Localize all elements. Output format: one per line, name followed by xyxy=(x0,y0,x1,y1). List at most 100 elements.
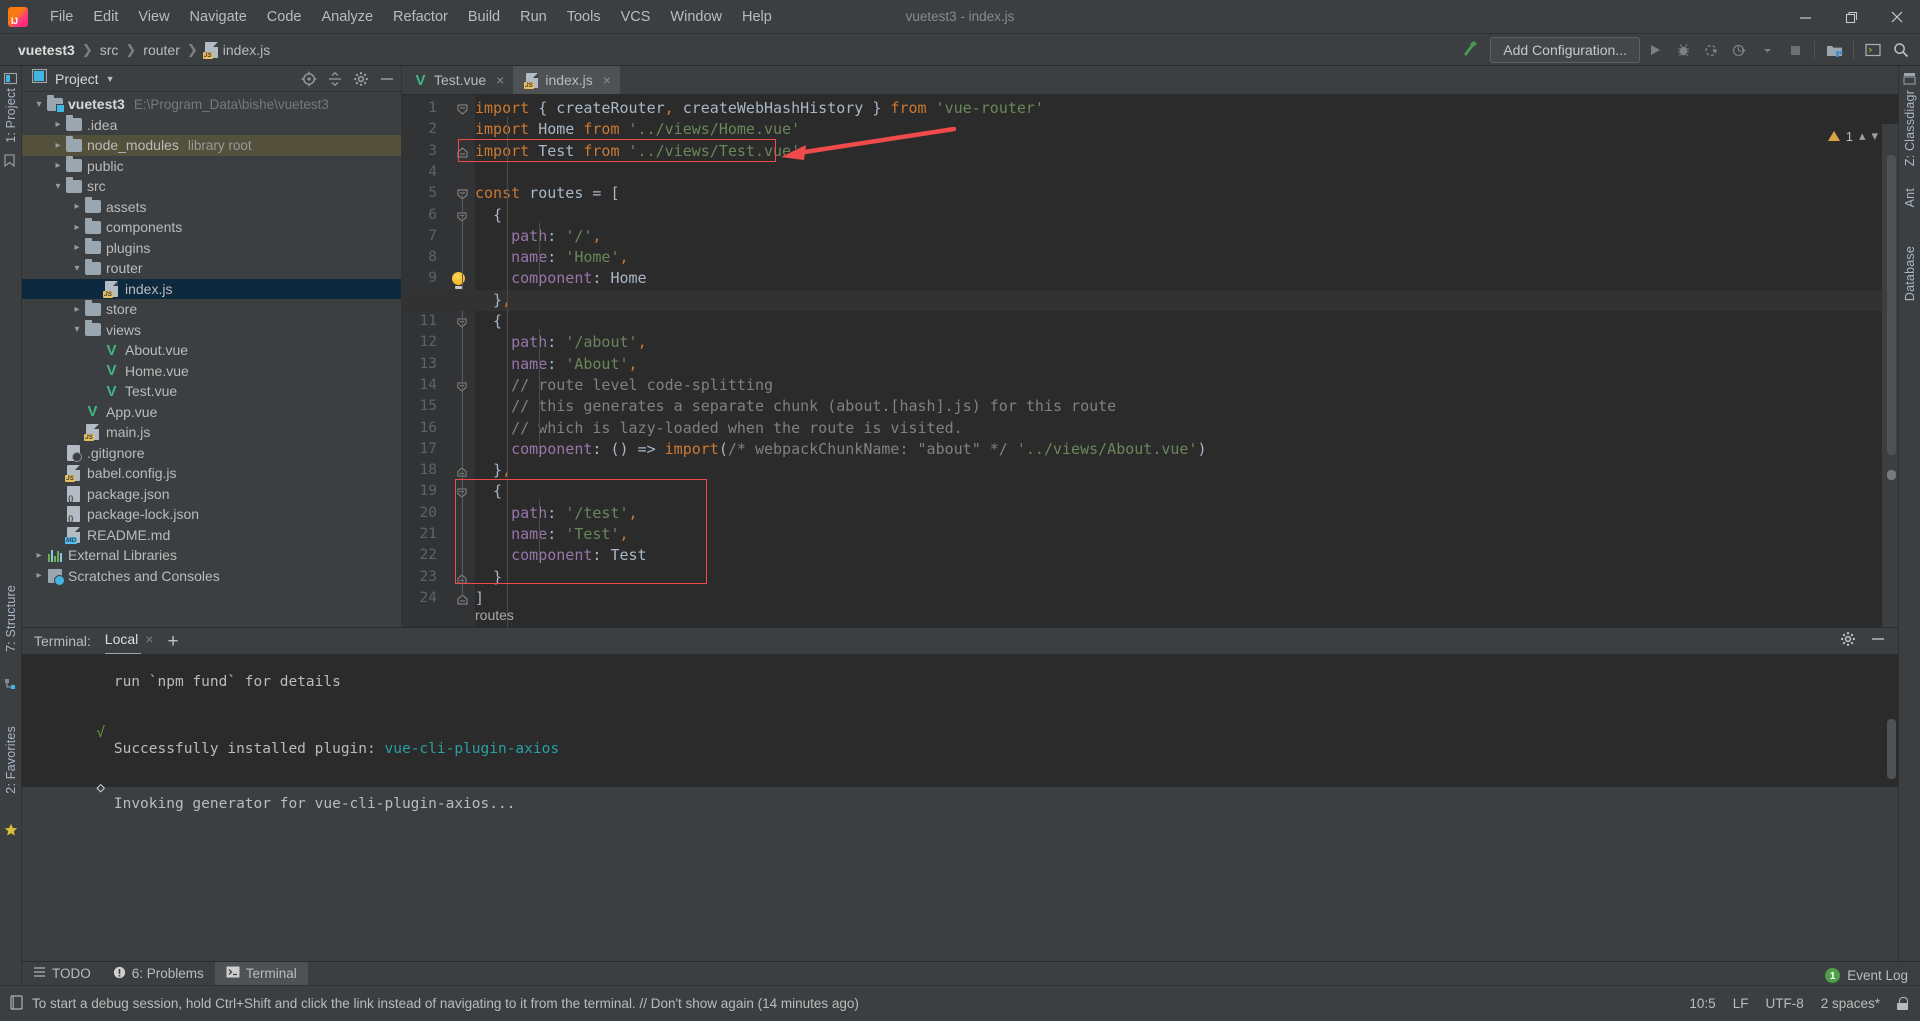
menu-run[interactable]: Run xyxy=(510,5,557,29)
menu-tools[interactable]: Tools xyxy=(557,5,611,29)
project-file-tree[interactable]: ▾ vuetest3 E:\Program_Data\bishe\vuetest3 ▸… xyxy=(22,92,401,586)
chevron-right-icon[interactable]: ▸ xyxy=(70,201,84,212)
tree-node-vuetest3[interactable]: ▾ vuetest3 E:\Program_Data\bishe\vuetest3 xyxy=(22,94,401,115)
inspection-widget[interactable]: 1 ▴ ▾ xyxy=(1827,128,1878,144)
new-terminal-tab-button[interactable]: + xyxy=(167,632,178,651)
breadcrumb-item-project[interactable]: vuetest3 xyxy=(14,41,79,59)
chevron-down-icon[interactable]: ▾ xyxy=(70,324,84,335)
tree-node-app-vue[interactable]: V App.vue xyxy=(22,402,401,423)
collapse-all-icon[interactable] xyxy=(327,71,343,87)
project-structure-icon[interactable] xyxy=(1821,37,1847,63)
menu-build[interactable]: Build xyxy=(458,5,510,29)
bottom-tab-problems[interactable]: 6: Problems xyxy=(102,962,215,986)
tab-index-js[interactable]: JS index.js × xyxy=(513,66,620,94)
chevron-right-icon[interactable]: ▸ xyxy=(51,140,65,151)
tree-node-main-js[interactable]: JS main.js xyxy=(22,422,401,443)
run-play-icon[interactable] xyxy=(1642,37,1668,63)
chevron-right-icon[interactable]: ▸ xyxy=(70,242,84,253)
close-button[interactable] xyxy=(1874,0,1920,34)
menu-window[interactable]: Window xyxy=(660,5,732,29)
tree-node-babel-config-js[interactable]: JS babel.config.js xyxy=(22,463,401,484)
line-separator[interactable]: LF xyxy=(1733,996,1749,1011)
rail-item-database[interactable]: Database xyxy=(1903,246,1917,301)
settings-gear-icon[interactable] xyxy=(353,71,369,87)
chevron-right-icon[interactable]: ▸ xyxy=(70,304,84,315)
build-hammer-icon[interactable] xyxy=(1460,38,1480,63)
tree-node-src[interactable]: ▾ src xyxy=(22,176,401,197)
terminal-tab-local[interactable]: Local × xyxy=(104,631,153,655)
tree-node-store[interactable]: ▸ store xyxy=(22,299,401,320)
chevron-down-icon[interactable] xyxy=(1754,37,1780,63)
menu-navigate[interactable]: Navigate xyxy=(180,5,257,29)
profiler-icon[interactable] xyxy=(1726,37,1752,63)
chevron-down-icon[interactable]: ▾ xyxy=(51,181,65,192)
bottom-tab-terminal[interactable]: Terminal xyxy=(214,961,308,986)
rail-item-ant[interactable]: Ant xyxy=(1903,188,1917,207)
select-opened-file-icon[interactable] xyxy=(301,71,317,87)
maximize-button[interactable] xyxy=(1828,0,1874,34)
add-configuration-button[interactable]: Add Configuration... xyxy=(1490,37,1640,63)
caret-position[interactable]: 10:5 xyxy=(1689,996,1715,1011)
tree-node-package-lock-json[interactable]: package-lock.json xyxy=(22,504,401,525)
fold-marker-icon[interactable] xyxy=(457,145,468,158)
breadcrumb-item-file[interactable]: JS index.js xyxy=(201,41,274,59)
menu-file[interactable]: File xyxy=(40,5,83,29)
tree-node-components[interactable]: ▸ components xyxy=(22,217,401,238)
tree-node-plugins[interactable]: ▸ plugins xyxy=(22,238,401,259)
source-code[interactable]: import { createRouter, createWebHashHist… xyxy=(475,95,1898,627)
file-encoding[interactable]: UTF-8 xyxy=(1765,996,1803,1011)
rail-item-classdiagram[interactable]: Z: Classdiagr xyxy=(1903,90,1917,166)
tree-node-router[interactable]: ▾ router xyxy=(22,258,401,279)
chevron-up-icon[interactable]: ▴ xyxy=(1859,128,1866,144)
editor-scrollbar-thumb[interactable] xyxy=(1887,155,1896,455)
menu-view[interactable]: View xyxy=(128,5,179,29)
chevron-down-icon[interactable]: ▾ xyxy=(1871,128,1878,144)
chevron-right-icon[interactable]: ▸ xyxy=(32,570,46,581)
tree-node-test-vue[interactable]: V Test.vue xyxy=(22,381,401,402)
hide-panel-icon[interactable] xyxy=(1870,631,1886,652)
tree-node-external-libraries[interactable]: ▸ External Libraries xyxy=(22,545,401,566)
tree-node-readme-md[interactable]: MD README.md xyxy=(22,525,401,546)
menu-analyze[interactable]: Analyze xyxy=(311,5,383,29)
tab-test-vue[interactable]: V Test.vue × xyxy=(402,66,513,94)
stop-square-icon[interactable] xyxy=(1782,37,1808,63)
terminal-link[interactable]: vue-cli-plugin-axios xyxy=(384,741,559,757)
tree-node-assets[interactable]: ▸ assets xyxy=(22,197,401,218)
hide-panel-icon[interactable] xyxy=(379,71,395,87)
chevron-down-icon[interactable]: ▾ xyxy=(70,263,84,274)
settings-gear-icon[interactable] xyxy=(1840,631,1856,652)
bottom-tab-todo[interactable]: TODO xyxy=(22,962,102,986)
terminal-output[interactable]: run `npm fund` for details √ Successfull… xyxy=(22,654,1898,812)
rail-item-favorites[interactable]: 2: Favorites xyxy=(4,726,18,794)
coverage-icon[interactable] xyxy=(1698,37,1724,63)
chevron-down-icon[interactable]: ▾ xyxy=(32,99,46,110)
terminal-icon[interactable] xyxy=(1860,37,1886,63)
close-icon[interactable]: × xyxy=(496,72,504,88)
chevron-right-icon[interactable]: ▸ xyxy=(32,550,46,561)
tree-node-package-json[interactable]: package.json xyxy=(22,484,401,505)
tree-node-index-js[interactable]: JS index.js xyxy=(22,278,401,299)
chevron-right-icon[interactable]: ▸ xyxy=(51,160,65,171)
tree-node-home-vue[interactable]: V Home.vue xyxy=(22,361,401,382)
chevron-down-icon[interactable]: ▼ xyxy=(106,74,115,84)
fold-marker-icon[interactable] xyxy=(457,102,468,115)
tree-node-idea[interactable]: ▸ .idea xyxy=(22,115,401,136)
close-icon[interactable]: × xyxy=(145,631,153,647)
search-icon[interactable] xyxy=(1888,37,1914,63)
terminal-scrollbar-thumb[interactable] xyxy=(1887,719,1896,779)
tree-node-views[interactable]: ▾ views xyxy=(22,320,401,341)
close-icon[interactable]: × xyxy=(603,72,611,88)
menu-edit[interactable]: Edit xyxy=(83,5,128,29)
code-editor[interactable]: 123456789101112131415161718192021222324 … xyxy=(402,95,1898,669)
tree-node-node-modules[interactable]: ▸ node_modules library root xyxy=(22,135,401,156)
menu-vcs[interactable]: VCS xyxy=(611,5,661,29)
menu-help[interactable]: Help xyxy=(732,5,782,29)
tree-node-scratches-and-consoles[interactable]: ▸ Scratches and Consoles xyxy=(22,566,401,587)
tree-node-public[interactable]: ▸ public xyxy=(22,156,401,177)
tree-node-about-vue[interactable]: V About.vue xyxy=(22,340,401,361)
tree-node-gitignore[interactable]: .gitignore xyxy=(22,443,401,464)
breadcrumb-item-src[interactable]: src xyxy=(96,41,123,59)
breadcrumb-item-router[interactable]: router xyxy=(139,41,184,59)
debug-bug-icon[interactable] xyxy=(1670,37,1696,63)
chevron-right-icon[interactable]: ▸ xyxy=(51,119,65,130)
